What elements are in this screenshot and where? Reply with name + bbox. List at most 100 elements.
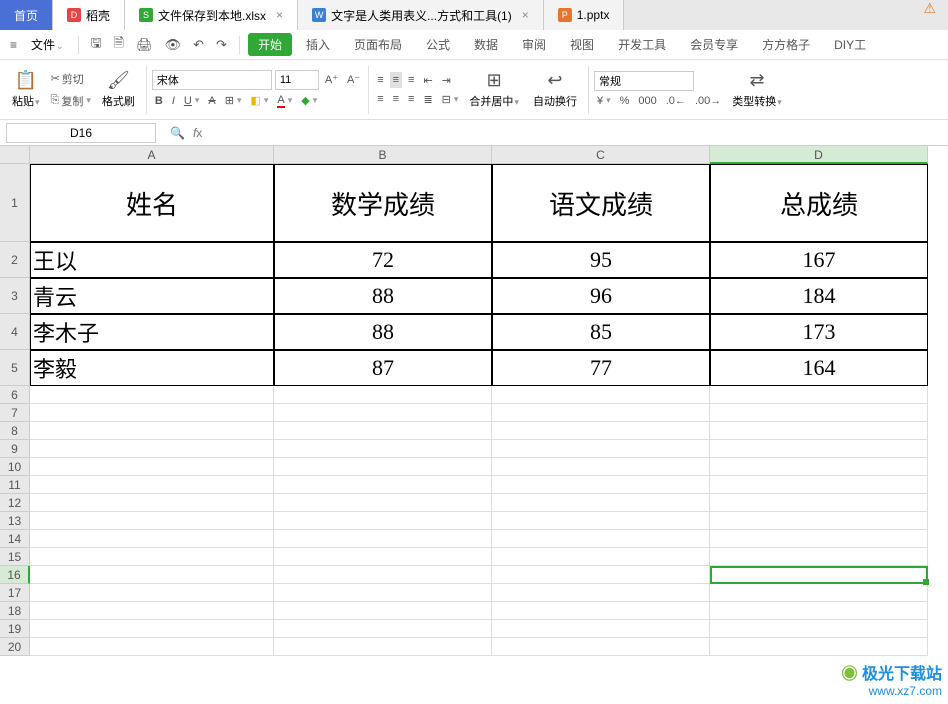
- row-header-5[interactable]: 5: [0, 350, 30, 386]
- comma-button[interactable]: 000: [635, 93, 659, 109]
- row-header-3[interactable]: 3: [0, 278, 30, 314]
- border-button[interactable]: ⊞▾: [222, 92, 245, 109]
- col-header-B[interactable]: B: [274, 146, 492, 164]
- tab-file-pptx[interactable]: P 1.pptx: [544, 0, 625, 30]
- row-header-12[interactable]: 12: [0, 494, 30, 512]
- warning-icon[interactable]: ⚠: [911, 0, 948, 30]
- tab-file-xlsx[interactable]: S 文件保存到本地.xlsx ×: [125, 0, 298, 30]
- align-right-button[interactable]: ≡: [405, 91, 417, 107]
- row-header-9[interactable]: 9: [0, 440, 30, 458]
- row-header-1[interactable]: 1: [0, 164, 30, 242]
- percent-button[interactable]: %: [617, 93, 633, 109]
- data-cell[interactable]: 88: [274, 314, 492, 350]
- menu-start[interactable]: 开始: [248, 33, 292, 56]
- indent-right-button[interactable]: ⇥: [439, 72, 454, 89]
- menu-page-layout[interactable]: 页面布局: [344, 32, 412, 57]
- cell[interactable]: [274, 458, 492, 476]
- cell[interactable]: [492, 548, 710, 566]
- align-top-button[interactable]: ≡: [374, 72, 386, 88]
- data-cell[interactable]: 85: [492, 314, 710, 350]
- menu-dev-tools[interactable]: 开发工具: [608, 32, 676, 57]
- cell[interactable]: [30, 530, 274, 548]
- cell[interactable]: [492, 404, 710, 422]
- close-icon[interactable]: ×: [276, 8, 283, 22]
- cell[interactable]: [710, 386, 928, 404]
- row-header-15[interactable]: 15: [0, 548, 30, 566]
- tab-home[interactable]: 首页: [0, 0, 53, 30]
- row-header-7[interactable]: 7: [0, 404, 30, 422]
- name-box[interactable]: [6, 123, 156, 143]
- orientation-button[interactable]: ⊟▾: [439, 91, 462, 108]
- data-cell[interactable]: 164: [710, 350, 928, 386]
- type-convert-button[interactable]: ⇄ 类型转换▾: [726, 68, 788, 111]
- cell[interactable]: [710, 494, 928, 512]
- cell[interactable]: [710, 422, 928, 440]
- row-header-4[interactable]: 4: [0, 314, 30, 350]
- cell[interactable]: [274, 602, 492, 620]
- row-header-20[interactable]: 20: [0, 638, 30, 656]
- justify-button[interactable]: ≣: [420, 91, 435, 108]
- data-cell[interactable]: 167: [710, 242, 928, 278]
- header-cell[interactable]: 数学成绩: [274, 164, 492, 242]
- header-cell[interactable]: 总成绩: [710, 164, 928, 242]
- cell[interactable]: [30, 620, 274, 638]
- cell[interactable]: [30, 386, 274, 404]
- strikethrough-button[interactable]: A: [205, 93, 218, 109]
- data-cell[interactable]: 96: [492, 278, 710, 314]
- row-header-18[interactable]: 18: [0, 602, 30, 620]
- cell[interactable]: [492, 530, 710, 548]
- increase-decimal-button[interactable]: .00→: [692, 93, 724, 109]
- decrease-font-button[interactable]: A⁻: [344, 71, 363, 88]
- wrap-text-button[interactable]: ↩ 自动换行: [527, 68, 583, 111]
- cell[interactable]: [492, 620, 710, 638]
- col-header-C[interactable]: C: [492, 146, 710, 164]
- format-painter-button[interactable]: 🖌 格式刷: [96, 68, 141, 111]
- copy-button[interactable]: ⎘复制▾: [48, 91, 94, 111]
- redo-icon[interactable]: ↷: [212, 34, 231, 56]
- menu-formula[interactable]: 公式: [416, 32, 460, 57]
- bold-button[interactable]: B: [152, 93, 166, 109]
- merge-center-button[interactable]: ⊞ 合并居中▾: [463, 68, 525, 111]
- cell[interactable]: [492, 386, 710, 404]
- row-header-10[interactable]: 10: [0, 458, 30, 476]
- cell[interactable]: [30, 404, 274, 422]
- cell[interactable]: [274, 494, 492, 512]
- menu-vip[interactable]: 会员专享: [680, 32, 748, 57]
- cell[interactable]: [492, 512, 710, 530]
- row-header-2[interactable]: 2: [0, 242, 30, 278]
- row-header-16[interactable]: 16: [0, 566, 30, 584]
- font-name-select[interactable]: [152, 70, 272, 90]
- col-header-D[interactable]: D: [710, 146, 928, 164]
- data-cell[interactable]: 87: [274, 350, 492, 386]
- data-cell[interactable]: 72: [274, 242, 492, 278]
- cell[interactable]: [274, 476, 492, 494]
- cell[interactable]: [274, 548, 492, 566]
- close-icon[interactable]: ×: [522, 8, 529, 22]
- cell[interactable]: [710, 530, 928, 548]
- cell[interactable]: [274, 530, 492, 548]
- cell[interactable]: [710, 566, 928, 584]
- data-cell[interactable]: 95: [492, 242, 710, 278]
- cell[interactable]: [30, 494, 274, 512]
- cell[interactable]: [274, 512, 492, 530]
- menu-view[interactable]: 视图: [560, 32, 604, 57]
- italic-button[interactable]: I: [169, 93, 178, 109]
- save-icon[interactable]: 🖫: [87, 31, 106, 59]
- header-cell[interactable]: 姓名: [30, 164, 274, 242]
- currency-button[interactable]: ¥▾: [594, 93, 614, 109]
- menu-data[interactable]: 数据: [464, 32, 508, 57]
- number-format-select[interactable]: [594, 71, 694, 91]
- cell[interactable]: [30, 422, 274, 440]
- data-cell[interactable]: 青云: [30, 278, 274, 314]
- data-cell[interactable]: 王以: [30, 242, 274, 278]
- cell[interactable]: [274, 404, 492, 422]
- cell[interactable]: [30, 566, 274, 584]
- cell[interactable]: [492, 458, 710, 476]
- cell[interactable]: [30, 548, 274, 566]
- align-bottom-button[interactable]: ≡: [405, 72, 417, 88]
- cell[interactable]: [274, 566, 492, 584]
- paste-button[interactable]: 📋 粘贴▾: [6, 68, 46, 111]
- cell[interactable]: [274, 584, 492, 602]
- indent-left-button[interactable]: ⇤: [420, 72, 435, 89]
- select-all-corner[interactable]: [0, 146, 30, 164]
